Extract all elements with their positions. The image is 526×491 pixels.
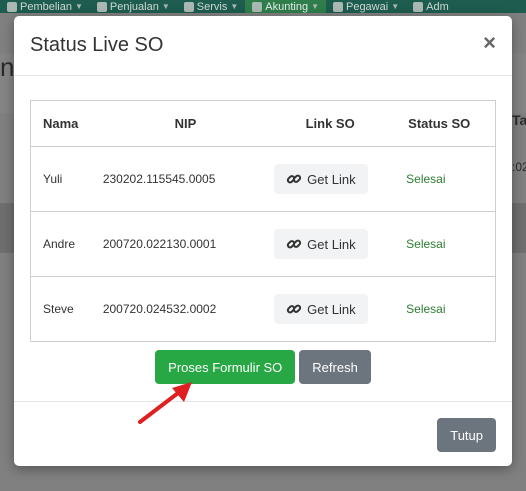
cell-nama: Steve <box>30 276 103 342</box>
get-link-label: Get Link <box>307 301 356 317</box>
cell-link: Get Link <box>268 276 393 342</box>
get-link-label: Get Link <box>307 171 356 187</box>
cell-status: Selesai <box>392 146 496 212</box>
nav-label: Pegawai <box>345 0 389 13</box>
action-button-row: Proses Formulir SO Refresh <box>14 350 512 384</box>
chevron-down-icon: ▼ <box>311 2 319 11</box>
id-card-icon <box>332 1 343 12</box>
table-row: Andre 200720.022130.0001 Get Link Selesa… <box>30 211 496 277</box>
chevron-down-icon: ▼ <box>161 2 170 11</box>
get-link-button[interactable]: Get Link <box>274 294 368 324</box>
modal-footer: Tutup <box>14 401 512 466</box>
nav-label: Servis <box>196 0 228 13</box>
tutup-button[interactable]: Tutup <box>437 418 496 452</box>
gears-icon <box>183 1 194 12</box>
chevron-down-icon: ▼ <box>74 2 83 11</box>
header-nip: NIP <box>102 100 269 147</box>
nav-label: Penjualan <box>109 0 159 13</box>
header-nama: Nama <box>30 100 103 147</box>
table-header-row: Nama NIP Link SO Status SO <box>30 100 496 147</box>
nav-pegawai[interactable]: Pegawai ▼ <box>326 0 406 13</box>
chevron-down-icon: ▼ <box>230 2 239 11</box>
gear-icon <box>413 1 424 12</box>
refresh-button[interactable]: Refresh <box>299 350 371 384</box>
nav-servis[interactable]: Servis ▼ <box>177 0 245 13</box>
cart-icon <box>7 1 17 12</box>
cell-link: Get Link <box>268 146 393 212</box>
cell-nip: 200720.024532.0002 <box>102 276 269 342</box>
header-link-so: Link SO <box>268 100 393 147</box>
get-link-button[interactable]: Get Link <box>274 229 368 259</box>
status-table: Nama NIP Link SO Status SO Yuli 230202.1… <box>30 100 496 342</box>
nav-label: Adm <box>426 0 449 13</box>
nav-akunting[interactable]: Akunting ▼ <box>245 0 326 13</box>
get-link-button[interactable]: Get Link <box>274 164 368 194</box>
background-heading-fragment: n <box>0 52 15 82</box>
nav-penjualan[interactable]: Penjualan ▼ <box>90 0 177 13</box>
nav-pembelian[interactable]: Pembelian ▼ <box>0 0 90 13</box>
annotation-arrow-icon <box>138 382 192 424</box>
document-icon <box>96 1 107 12</box>
chevron-down-icon: ▼ <box>391 2 400 11</box>
link-icon <box>287 239 302 249</box>
modal-title: Status Live SO <box>30 34 164 56</box>
modal-header: Status Live SO × <box>14 16 512 76</box>
nav-label: Pembelian <box>20 0 72 13</box>
cell-link: Get Link <box>268 211 393 277</box>
table-row: Yuli 230202.115545.0005 Get Link Selesai <box>30 146 496 212</box>
close-icon[interactable]: × <box>483 32 496 54</box>
header-status-so: Status SO <box>392 100 496 147</box>
cell-nama: Yuli <box>30 146 103 212</box>
status-live-so-modal: Status Live SO × Nama NIP Link SO Status… <box>14 16 512 466</box>
cell-nip: 200720.022130.0001 <box>102 211 269 277</box>
link-icon <box>287 304 302 314</box>
cell-status: Selesai <box>392 211 496 277</box>
get-link-label: Get Link <box>307 236 356 252</box>
table-row: Steve 200720.024532.0002 Get Link Selesa… <box>30 276 496 342</box>
cell-status: Selesai <box>392 276 496 342</box>
cell-nama: Andre <box>30 211 103 277</box>
cell-nip: 230202.115545.0005 <box>102 146 269 212</box>
nav-admin[interactable]: Adm <box>406 0 456 13</box>
nav-label: Akunting <box>265 0 309 13</box>
link-icon <box>287 174 302 184</box>
money-icon <box>252 1 263 12</box>
background-column-fragment: Ta <box>512 112 526 128</box>
top-navigation: Pembelian ▼ Penjualan ▼ Servis ▼ Akunting ▼ … <box>0 0 526 13</box>
background-value-fragment: :02 <box>512 160 526 174</box>
